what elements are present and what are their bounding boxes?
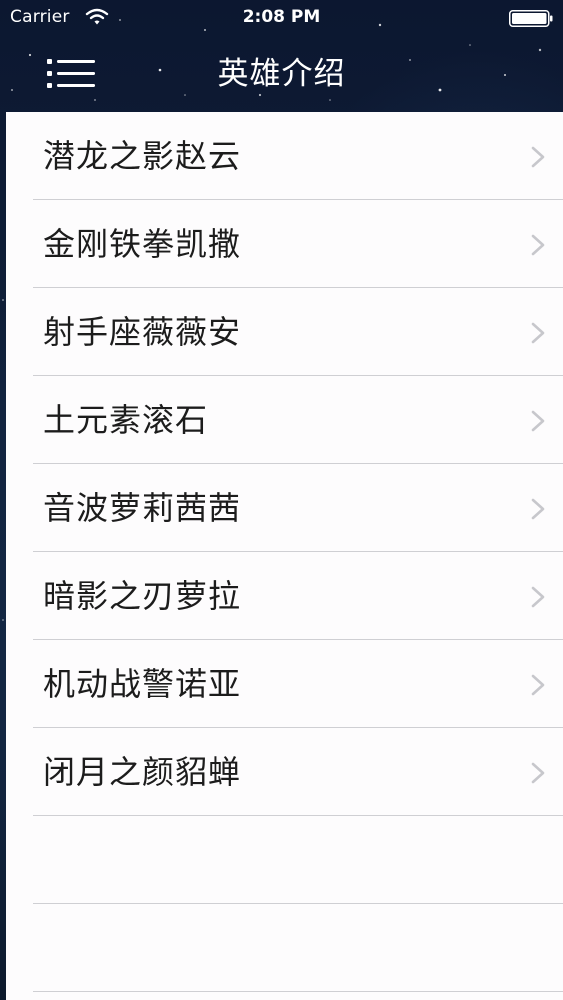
hero-row[interactable]: 闭月之颜貂蝉 (6, 728, 563, 816)
empty-row (6, 904, 563, 992)
status-bar: Carrier 2:08 PM (0, 0, 563, 36)
hero-row[interactable]: 土元素滚石 (6, 376, 563, 464)
hero-name: 土元素滚石 (43, 401, 209, 439)
chevron-right-icon (531, 410, 545, 432)
hero-row[interactable]: 潜龙之影赵云 (6, 112, 563, 200)
hero-name: 闭月之颜貂蝉 (43, 753, 242, 791)
empty-row (6, 816, 563, 904)
hero-name: 射手座薇薇安 (43, 313, 242, 351)
chevron-right-icon (531, 146, 545, 168)
hero-row[interactable]: 暗影之刃萝拉 (6, 552, 563, 640)
status-time: 2:08 PM (242, 7, 321, 27)
hero-row[interactable]: 音波萝莉茜茜 (6, 464, 563, 552)
chevron-right-icon (531, 234, 545, 256)
hero-name: 音波萝莉茜茜 (43, 489, 242, 527)
chevron-right-icon (531, 674, 545, 696)
chevron-right-icon (531, 498, 545, 520)
hero-name: 金刚铁拳凯撒 (43, 225, 242, 263)
chevron-right-icon (531, 586, 545, 608)
row-separator (33, 991, 563, 992)
navigation-bar: 英雄介绍 (0, 36, 563, 112)
hero-row[interactable]: 金刚铁拳凯撒 (6, 200, 563, 288)
hero-list: 潜龙之影赵云 金刚铁拳凯撒 射手座薇薇安 土元素滚石 音波萝莉茜茜 暗影之刃萝拉 (6, 112, 563, 1000)
page-title: 英雄介绍 (217, 56, 346, 92)
hero-name: 暗影之刃萝拉 (43, 577, 242, 615)
hero-row[interactable]: 射手座薇薇安 (6, 288, 563, 376)
hero-row[interactable]: 机动战警诺亚 (6, 640, 563, 728)
chevron-right-icon (531, 322, 545, 344)
app-screen: Carrier 2:08 PM 英雄介绍 潜龙之影赵云 金刚铁拳凯撒 射手座薇薇… (0, 0, 563, 1000)
chevron-right-icon (531, 762, 545, 784)
hero-name: 机动战警诺亚 (43, 665, 242, 703)
battery-icon (509, 10, 553, 27)
hero-name: 潜龙之影赵云 (43, 137, 242, 175)
